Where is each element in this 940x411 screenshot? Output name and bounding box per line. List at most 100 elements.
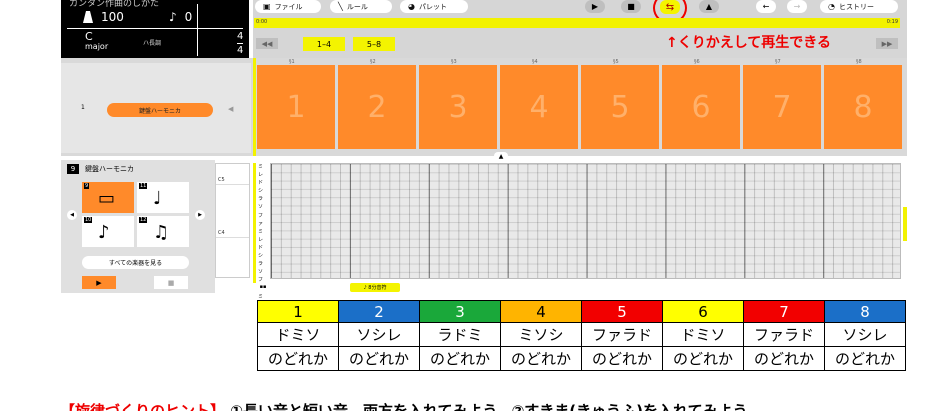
- note-names: ミレドシラソファミレドシラソファミ: [258, 164, 264, 300]
- divider: [67, 28, 243, 29]
- measure-block[interactable]: 3: [419, 65, 497, 149]
- file-button[interactable]: ▣ ファイル: [255, 0, 321, 13]
- rule-button[interactable]: ╲ ルール: [330, 0, 392, 13]
- instrument-option-number: 11: [139, 183, 148, 189]
- chord-name-cell: ソシレ: [824, 322, 906, 347]
- chord-suffix-cell: のどれか: [338, 346, 420, 371]
- range-1-4-button[interactable]: 1–4: [303, 37, 345, 51]
- redo-button[interactable]: →: [787, 0, 807, 13]
- see-all-instruments-button[interactable]: すべての楽器を見る: [82, 256, 189, 269]
- play-button[interactable]: ▶: [585, 0, 605, 13]
- divider: [216, 237, 249, 238]
- clock-icon: ◔: [828, 2, 835, 11]
- stop-button[interactable]: ■: [621, 0, 641, 13]
- measure-block[interactable]: 4: [500, 65, 578, 149]
- chord-suffix-cell: のどれか: [824, 346, 906, 371]
- history-button[interactable]: ◔ ヒストリー: [820, 0, 898, 13]
- chord-table: 12345678 ドミソ ソシレ ラドミ ミソシ ファラド ドミソ ファラド ソシレ のどれか…: [257, 300, 906, 371]
- note-length-button[interactable]: ♪ 8分音符: [350, 283, 400, 292]
- beat-display[interactable]: ♪ 0: [169, 10, 192, 24]
- chord-name-cell: ドミソ: [257, 322, 339, 347]
- chord-suffix-row: のどれか のどれか のどれか のどれか のどれか のどれか のどれか のどれか: [257, 346, 906, 371]
- palette-button[interactable]: ◕ パレット: [400, 0, 468, 13]
- volume-icon[interactable]: ◀: [228, 105, 233, 113]
- playhead[interactable]: [253, 58, 256, 156]
- chord-name-cell: ラドミ: [419, 322, 501, 347]
- instrument-option[interactable]: 9 ▭: [82, 182, 134, 213]
- loop-button[interactable]: ⇆: [660, 0, 680, 14]
- beat-value: 0: [184, 10, 193, 24]
- timeline-bar[interactable]: 0:00 0:19: [254, 18, 900, 28]
- chord-number-cell: 6: [662, 300, 744, 323]
- instrument-option-number: 9: [84, 183, 90, 189]
- skip-back-button[interactable]: ◀◀: [256, 38, 278, 49]
- instrument-panel: 9 鍵盤ハーモニカ ◀ 9 ▭ 11 ♩ 10 ♪ 12 ♫ ▶ すべての楽器を…: [61, 160, 215, 293]
- melody-hint-footer: 【旋律づくりのヒント】 ①長い音と短い音、両方を入れてみよう。②すきま(きゅうふ…: [60, 400, 748, 411]
- collapse-toggle[interactable]: ▲: [494, 152, 508, 161]
- track-name-button[interactable]: 鍵盤ハーモニカ: [107, 103, 213, 117]
- song-maker-screen: カンタン作曲のしかた 100 ♪ 0 C major ハ長調 4 4 ▣ ファイ…: [0, 0, 940, 411]
- chord-name-row: ドミソ ソシレ ラドミ ミソシ ファラド ドミソ ファラド ソシレ: [257, 322, 906, 347]
- hint-text: ①長い音と短い音、両方を入れてみよう。②すきま(きゅうふ)を入れてみよう: [230, 402, 748, 411]
- keyboard-harmonica-icon: ▭: [98, 188, 116, 209]
- palette-icon: ◕: [408, 2, 415, 11]
- roll-scroll-thumb[interactable]: [903, 207, 907, 241]
- file-label: ファイル: [274, 2, 303, 11]
- tempo-display[interactable]: 100: [83, 10, 124, 24]
- divider: [216, 184, 249, 185]
- time-top: 4: [237, 31, 244, 42]
- loop-hint-annotation: ↑くりかえして再生できる: [666, 35, 832, 51]
- chord-suffix-cell: のどれか: [743, 346, 825, 371]
- note-names-column: ミレドシラソファミレドシラソファミ: [258, 163, 268, 300]
- measure-block[interactable]: 6: [662, 65, 740, 149]
- octave-label-c4: C4: [218, 230, 225, 236]
- measure-block[interactable]: 7: [743, 65, 821, 149]
- history-label: ヒストリー: [838, 2, 874, 11]
- chord-suffix-cell: のどれか: [419, 346, 501, 371]
- instrument-play-button[interactable]: ▶: [82, 276, 116, 289]
- metronome-icon: [83, 11, 93, 23]
- timeline-start: 0:00: [256, 19, 268, 25]
- range-5-8-button[interactable]: 5–8: [353, 37, 395, 51]
- piano-roll-grid[interactable]: [270, 163, 901, 279]
- roll-mode-buttons[interactable]: ▪▪: [257, 283, 269, 291]
- instrument-option[interactable]: 11 ♩: [137, 182, 189, 213]
- playhead-lower[interactable]: [253, 163, 256, 283]
- measure-block[interactable]: 1: [257, 65, 335, 149]
- instrument-option[interactable]: 12 ♫: [137, 216, 189, 247]
- chord-number-cell: 2: [338, 300, 420, 323]
- octave-label-c5: C5: [218, 177, 225, 183]
- instrument-stop-button[interactable]: ■: [154, 276, 188, 289]
- metronome-button[interactable]: ▲: [699, 0, 719, 13]
- instrument-grid: 9 ▭ 11 ♩ 10 ♪ 12 ♫: [82, 182, 189, 247]
- ruler-icon: ╲: [338, 2, 343, 11]
- next-instrument-button[interactable]: ▶: [195, 210, 205, 220]
- instrument-option[interactable]: 10 ♪: [82, 216, 134, 247]
- piano-keyboard[interactable]: C5 C4: [215, 163, 250, 278]
- skip-forward-button[interactable]: ▶▶: [876, 38, 898, 49]
- divider: [237, 43, 244, 44]
- key-display[interactable]: C major: [85, 31, 108, 52]
- timeline-end: 0:19: [886, 19, 898, 25]
- measure-block[interactable]: 8: [824, 65, 902, 149]
- hint-label: 【旋律づくりのヒント】: [60, 402, 226, 411]
- chord-suffix-cell: のどれか: [500, 346, 582, 371]
- measure-block[interactable]: 5: [581, 65, 659, 149]
- time-signature[interactable]: 4 4: [237, 31, 244, 56]
- chord-number-cell: 5: [581, 300, 663, 323]
- chord-number-cell: 4: [500, 300, 582, 323]
- song-info-panel: カンタン作曲のしかた 100 ♪ 0 C major ハ長調 4 4: [61, 0, 249, 58]
- measure-block[interactable]: 2: [338, 65, 416, 149]
- instrument-option-number: 10: [84, 217, 93, 223]
- chord-number-cell: 7: [743, 300, 825, 323]
- prev-instrument-button[interactable]: ◀: [67, 210, 77, 220]
- instrument-number: 9: [67, 164, 79, 174]
- chord-name-cell: ファラド: [743, 322, 825, 347]
- chord-number-row: 12345678: [257, 300, 906, 323]
- time-bottom: 4: [237, 45, 244, 56]
- palette-label: パレット: [418, 2, 447, 11]
- undo-button[interactable]: ←: [756, 0, 776, 13]
- divider: [197, 4, 198, 56]
- chord-number-cell: 1: [257, 300, 339, 323]
- file-icon: ▣: [263, 2, 271, 11]
